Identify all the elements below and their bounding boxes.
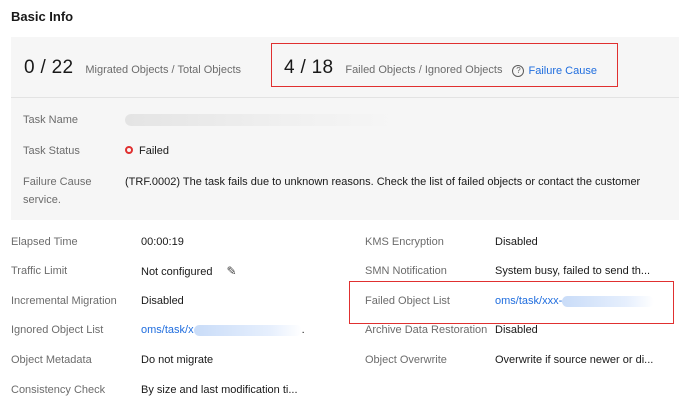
object-overwrite-label: Object Overwrite [365,354,447,366]
failure-cause-label: Failure Cause [23,176,92,188]
kms-encryption-label: KMS Encryption [365,236,444,248]
failed-count: 4 / 18 [284,57,334,78]
divider [11,97,679,98]
traffic-limit-text: Not configured [141,266,213,278]
traffic-limit-value: Not configured ✎ [141,264,237,278]
failed-object-list-label: Failed Object List [365,295,450,307]
status-ring-icon [125,146,133,155]
consistency-check-value: By size and last modification ti... [141,384,298,396]
incremental-migration-label: Incremental Migration [11,295,117,307]
incremental-migration-value: Disabled [141,295,184,307]
failed-object-list-link[interactable]: oms/task/xxx- [495,295,562,307]
task-status-value: Failed [125,145,169,157]
ignored-object-list-suffix: . [301,324,305,336]
migrated-count: 0 / 22 [24,57,74,78]
redacted-link [562,295,655,307]
kms-encryption-value: Disabled [495,236,538,248]
traffic-limit-label: Traffic Limit [11,265,68,277]
elapsed-time-label: Elapsed Time [11,236,78,248]
failed-object-list-value[interactable]: oms/task/xxx- [495,295,655,307]
redacted-link [193,324,302,336]
failed-label: Failed Objects / Ignored Objects [345,64,503,76]
archive-data-restoration-value: Disabled [495,324,538,336]
elapsed-time-value: 00:00:19 [141,236,184,248]
failed-stat-highlight: 4 / 18 Failed Objects / Ignored Objects … [271,43,618,87]
edit-pencil-icon[interactable]: ✎ [227,264,237,278]
object-metadata-label: Object Metadata [11,354,92,366]
failure-cause-text-line2: service. [23,194,61,206]
object-metadata-value: Do not migrate [141,354,214,366]
smn-notification-value: System busy, failed to send th... [495,265,651,277]
object-overwrite-value: Overwrite if source newer or di... [495,354,654,366]
section-title: Basic Info [11,9,74,24]
task-name-value-redacted [125,114,397,129]
archive-data-restoration-label: Archive Data Restoration [365,324,488,336]
smn-notification-label: SMN Notification [365,265,447,277]
task-name-label: Task Name [23,114,79,126]
ignored-object-list-link[interactable]: oms/task/x [141,324,194,336]
failure-cause-link[interactable]: ? Failure Cause [512,65,597,77]
redacted-text [125,114,397,126]
failed-stat: 4 / 18 Failed Objects / Ignored Objects … [284,57,597,79]
consistency-check-label: Consistency Check [11,384,106,396]
failure-cause-link-text: Failure Cause [528,65,597,77]
task-status-label: Task Status [23,145,80,157]
migrated-stat: 0 / 22 Migrated Objects / Total Objects [24,57,241,79]
failure-cause-text: (TRF.0002) The task fails due to unknown… [125,176,641,188]
ignored-object-list-label: Ignored Object List [11,324,104,336]
ignored-object-list-value[interactable]: oms/task/x. [141,324,305,336]
task-summary-panel: 0 / 22 Migrated Objects / Total Objects … [11,37,679,220]
task-status-text: Failed [139,145,169,157]
question-circle-icon: ? [512,65,525,77]
migrated-label: Migrated Objects / Total Objects [85,64,242,76]
